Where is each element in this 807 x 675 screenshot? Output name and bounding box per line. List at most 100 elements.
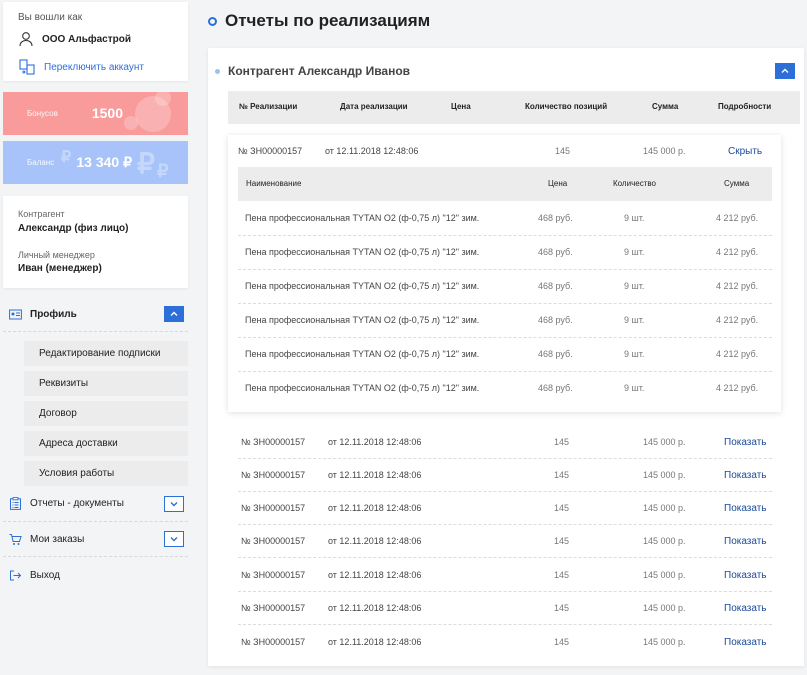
realization-date: от 12.11.2018 12:48:06 <box>328 437 422 447</box>
realization-row: № ЗН00000157 от 12.11.2018 12:48:06 145 … <box>238 459 772 492</box>
menu-item-addresses[interactable]: Адреса доставки <box>24 431 188 456</box>
realization-positions: 145 <box>554 637 570 647</box>
chevron-down-icon <box>170 537 178 542</box>
realization-sum: 145 000 р. <box>643 470 686 480</box>
orders-expand-button[interactable] <box>164 531 184 547</box>
realization-date: от 12.11.2018 12:48:06 <box>325 146 419 156</box>
realization-sum: 145 000 р. <box>643 146 686 156</box>
realization-number: № ЗН00000157 <box>241 470 306 480</box>
realization-positions: 145 <box>554 536 570 546</box>
realization-positions: 145 <box>554 503 570 513</box>
divider <box>3 556 188 557</box>
item-row: Пена профессиональная TYTAN O2 (ф-0,75 л… <box>238 270 772 304</box>
menu-item-conditions[interactable]: Условия работы <box>24 461 188 486</box>
reports-expand-button[interactable] <box>164 496 184 512</box>
menu-orders[interactable]: Мои заказы <box>9 533 84 546</box>
menu-profile[interactable]: Профиль <box>9 308 77 321</box>
item-quantity: 9 шт. <box>624 349 645 359</box>
menu-item-contract[interactable]: Договор <box>24 401 188 426</box>
column-header-number: № Реализации <box>239 102 298 111</box>
switch-account-link[interactable]: Переключить аккаунт <box>18 58 144 76</box>
realization-number: № ЗН00000157 <box>241 536 306 546</box>
realization-number: № ЗН00000157 <box>241 437 306 447</box>
realization-row: № ЗН00000157 от 12.11.2018 12:48:06 145 … <box>238 426 772 459</box>
chevron-down-icon <box>170 502 178 507</box>
realization-date: от 12.11.2018 12:48:06 <box>328 570 422 580</box>
item-quantity: 9 шт. <box>624 213 645 223</box>
bonus-decoration <box>155 92 171 106</box>
realization-date: от 12.11.2018 12:48:06 <box>328 637 422 647</box>
contract-info-card: Контрагент Александр (физ лицо) Личный м… <box>3 196 188 288</box>
realization-number: № ЗН00000157 <box>241 637 306 647</box>
switch-account-icon <box>19 59 35 75</box>
contractor-value: Александр (физ лицо) <box>18 223 129 234</box>
logout-icon <box>10 570 22 581</box>
ruble-decoration: ₽ <box>157 161 169 181</box>
bullet-icon <box>215 68 220 74</box>
menu-logout[interactable]: Выход <box>9 569 60 582</box>
realization-row: № ЗН00000157 от 12.11.2018 12:48:06 145 … <box>238 525 772 558</box>
bonus-value: 1500 <box>91 105 123 121</box>
page-title-text: Отчеты по реализациям <box>225 11 431 30</box>
chevron-up-icon <box>781 68 789 73</box>
show-details-link[interactable]: Показать <box>724 503 767 514</box>
item-row: Пена профессиональная TYTAN O2 (ф-0,75 л… <box>238 372 772 406</box>
profile-collapse-button[interactable] <box>164 306 184 322</box>
column-header-price: Цена <box>451 102 471 111</box>
realization-date: от 12.11.2018 12:48:06 <box>328 470 422 480</box>
title-bullet-icon <box>208 16 217 26</box>
menu-reports[interactable]: Отчеты - документы <box>9 497 124 510</box>
hide-details-link[interactable]: Скрыть <box>728 146 762 157</box>
divider <box>3 331 188 332</box>
balance-value: 13 340 ₽ <box>76 154 132 170</box>
column-header-sum: Сумма <box>652 102 679 111</box>
realization-date: от 12.11.2018 12:48:06 <box>328 536 422 546</box>
menu-orders-label: Мои заказы <box>30 534 85 545</box>
show-details-link[interactable]: Показать <box>724 536 767 547</box>
clipboard-icon <box>10 497 21 510</box>
chevron-up-icon <box>170 311 178 316</box>
item-row: Пена профессиональная TYTAN O2 (ф-0,75 л… <box>238 304 772 338</box>
realization-sum: 145 000 р. <box>643 503 686 513</box>
show-details-link[interactable]: Показать <box>724 570 767 581</box>
item-name: Пена профессиональная TYTAN O2 (ф-0,75 л… <box>245 383 480 393</box>
show-details-link[interactable]: Показать <box>724 603 767 614</box>
menu-profile-label: Профиль <box>30 309 77 320</box>
manager-label: Личный менеджер <box>18 250 95 260</box>
item-sum: 4 212 руб. <box>716 383 759 393</box>
realization-sum: 145 000 р. <box>643 536 686 546</box>
account-card: Вы вошли как ООО Альфастрой Переключить … <box>3 2 188 81</box>
balance-card: ₽ ₽ ₽ Баланс 13 340 ₽ <box>3 141 188 184</box>
bonus-card: Бонусов 1500 <box>3 92 188 135</box>
realization-number: № ЗН00000157 <box>241 603 306 613</box>
column-header-positions: Количество позиций <box>525 102 608 111</box>
realization-row: № ЗН00000157 от 12.11.2018 12:48:06 145 … <box>238 559 772 592</box>
item-name: Пена профессиональная TYTAN O2 (ф-0,75 л… <box>245 349 480 359</box>
item-price: 468 руб. <box>538 247 573 257</box>
item-price: 468 руб. <box>538 383 573 393</box>
realization-row: № ЗН00000157 от 12.11.2018 12:48:06 145 … <box>238 592 772 625</box>
item-sum: 4 212 руб. <box>716 349 759 359</box>
item-price: 468 руб. <box>538 349 573 359</box>
item-row: Пена профессиональная TYTAN O2 (ф-0,75 л… <box>238 202 772 236</box>
menu-item-requisites[interactable]: Реквизиты <box>24 371 188 396</box>
reports-panel: Контрагент Александр Иванов № Реализации… <box>208 48 804 666</box>
item-name: Пена профессиональная TYTAN O2 (ф-0,75 л… <box>245 213 480 223</box>
column-header-date: Дата реализации <box>340 102 408 111</box>
menu-item-subscription[interactable]: Редактирование подписки <box>24 341 188 366</box>
item-price: 468 руб. <box>538 213 573 223</box>
show-details-link[interactable]: Показать <box>724 470 767 481</box>
realization-date: от 12.11.2018 12:48:06 <box>328 603 422 613</box>
contractor-header: Контрагент Александр Иванов <box>215 64 410 78</box>
profile-card-icon <box>9 309 22 320</box>
contractor-collapse-button[interactable] <box>775 63 795 79</box>
realization-positions: 145 <box>554 603 570 613</box>
item-quantity: 9 шт. <box>624 383 645 393</box>
show-details-link[interactable]: Показать <box>724 637 767 648</box>
realization-sum: 145 000 р. <box>643 603 686 613</box>
balance-label: Баланс <box>27 158 55 167</box>
show-details-link[interactable]: Показать <box>724 437 767 448</box>
login-title: Вы вошли как <box>18 12 83 23</box>
menu-reports-label: Отчеты - документы <box>30 498 124 509</box>
ruble-decoration: ₽ <box>137 148 155 179</box>
